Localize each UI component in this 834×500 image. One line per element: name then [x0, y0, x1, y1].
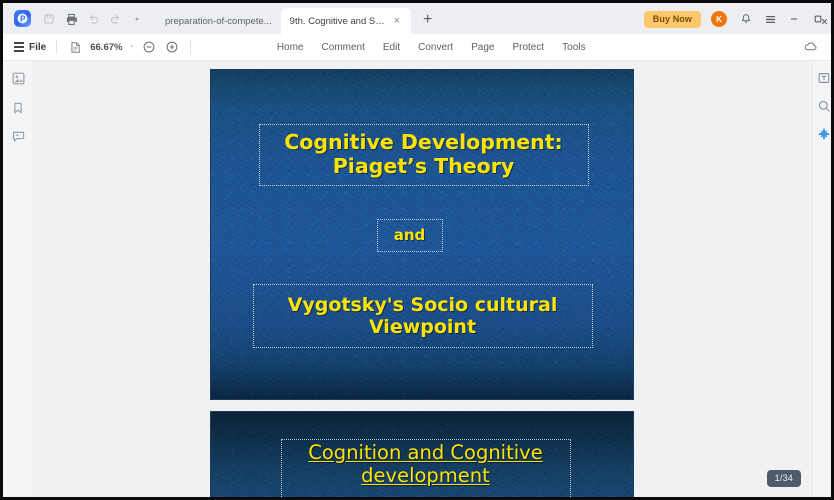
- new-tab-button[interactable]: +: [417, 9, 439, 31]
- bell-icon[interactable]: [735, 9, 757, 29]
- comments-panel-icon[interactable]: [10, 128, 27, 145]
- menu-item-home[interactable]: Home: [277, 42, 304, 53]
- cloud-icon[interactable]: [803, 39, 819, 55]
- close-button[interactable]: [817, 14, 831, 28]
- zoom-out-icon[interactable]: [141, 39, 157, 55]
- tab-preparation-of-competence[interactable]: preparation-of-compete...: [156, 9, 281, 34]
- menu-item-edit[interactable]: Edit: [383, 42, 400, 53]
- page-stack: Cognitive Development: Piaget’s Theory a…: [34, 69, 809, 497]
- title-text: Cognitive Development: Piaget’s Theory: [284, 130, 563, 178]
- quick-actions: [39, 9, 147, 29]
- zoom-in-icon[interactable]: [164, 39, 180, 55]
- file-menu-label: File: [29, 41, 47, 53]
- save-icon[interactable]: [39, 9, 59, 29]
- divider: [189, 40, 191, 54]
- heading-text: Cognition and Cognitive development: [308, 441, 543, 487]
- heading-block[interactable]: Cognition and Cognitive development: [280, 439, 571, 497]
- title-bar: preparation-of-compete... 9th. Cognitive…: [3, 3, 831, 34]
- hamburger-menu-icon[interactable]: [759, 9, 781, 29]
- menu-item-page[interactable]: Page: [471, 42, 494, 53]
- file-menu-button[interactable]: File: [14, 42, 46, 53]
- menu-item-comment[interactable]: Comment: [322, 42, 365, 53]
- document-canvas[interactable]: Cognitive Development: Piaget’s Theory a…: [34, 61, 809, 497]
- text-tool-icon[interactable]: [812, 70, 831, 85]
- conjunction-block[interactable]: and: [376, 219, 443, 252]
- close-tab-icon[interactable]: ×: [392, 15, 402, 27]
- divider: [56, 40, 58, 54]
- pdfelement-window: preparation-of-compete... 9th. Cognitive…: [0, 0, 834, 500]
- slide-2[interactable]: Cognition and Cognitive development: [209, 411, 634, 497]
- minimize-button[interactable]: [783, 9, 805, 29]
- tab-label: preparation-of-compete...: [165, 16, 272, 27]
- right-panel-rail: [811, 61, 831, 497]
- print-icon[interactable]: [61, 9, 81, 29]
- tab-label: 9th. Cognitive and Socio...: [289, 15, 387, 27]
- undo-icon[interactable]: [83, 9, 103, 29]
- dropdown-dot-icon[interactable]: ·: [129, 39, 133, 52]
- file-menu-icon: [14, 42, 24, 52]
- window-controls: Buy Now K: [643, 9, 831, 29]
- menu-item-protect[interactable]: Protect: [512, 42, 544, 53]
- menu-item-tools[interactable]: Tools: [562, 42, 585, 53]
- thumbnails-panel-icon[interactable]: [10, 70, 27, 87]
- tab-cognitive-and-socio[interactable]: 9th. Cognitive and Socio... ×: [280, 8, 411, 34]
- main-menu: Home Comment Edit Convert Page Protect T…: [277, 42, 586, 53]
- page-indicator[interactable]: 1/34: [766, 470, 801, 487]
- subtitle-text: Vygotsky's Socio cultural Viewpoint: [287, 293, 558, 338]
- page-view-icon[interactable]: [67, 39, 83, 55]
- zoom-level-value[interactable]: 66.67%: [90, 42, 122, 53]
- title-block[interactable]: Cognitive Development: Piaget’s Theory: [258, 124, 589, 186]
- conjunction-text: and: [393, 225, 426, 244]
- redo-icon[interactable]: [105, 9, 125, 29]
- menu-item-convert[interactable]: Convert: [418, 42, 453, 53]
- left-panel-rail: [3, 61, 34, 497]
- search-icon[interactable]: [812, 98, 831, 113]
- bookmarks-panel-icon[interactable]: [10, 99, 27, 116]
- tab-strip: preparation-of-compete... 9th. Cognitive…: [156, 3, 439, 34]
- subtitle-block[interactable]: Vygotsky's Socio cultural Viewpoint: [252, 284, 593, 348]
- slide-1[interactable]: Cognitive Development: Piaget’s Theory a…: [209, 69, 634, 400]
- zoom-controls: 66.67% ·: [67, 39, 180, 55]
- avatar[interactable]: K: [711, 11, 727, 27]
- pdfelement-logo-icon: [14, 10, 31, 27]
- toolbar: File 66.67% · Home Comment Edit Convert …: [3, 34, 831, 61]
- buy-now-button[interactable]: Buy Now: [643, 10, 701, 28]
- highlight-tool-icon[interactable]: [812, 126, 831, 141]
- more-options-icon[interactable]: [127, 9, 147, 29]
